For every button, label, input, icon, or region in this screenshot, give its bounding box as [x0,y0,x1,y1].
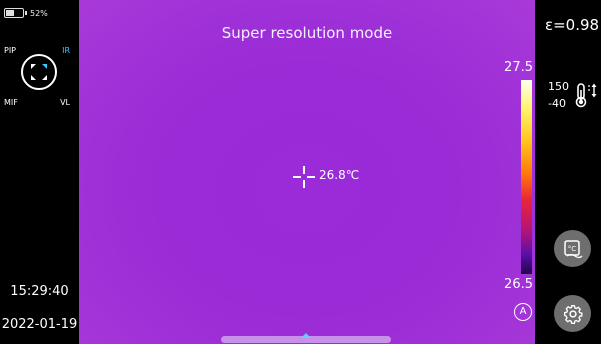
battery-indicator: 52% [4,8,48,18]
mode-title: Super resolution mode [221,24,393,42]
mode-dial[interactable]: PIP IR MIF VL [4,46,76,110]
color-palette-bar[interactable] [521,80,532,274]
right-panel: ε=0.98 150 -40 °C [535,0,601,344]
left-panel: 52% PIP IR MIF VL 15:29:40 2022-01-19 [0,0,79,344]
clock-date: 2022-01-19 [1,317,78,332]
battery-percent: 52% [30,8,48,18]
mode-vl-label[interactable]: VL [60,98,70,107]
range-low-value: -40 [548,97,566,110]
battery-fill [6,10,14,16]
auto-range-icon[interactable]: A [514,303,532,321]
dial-arrows-icon [31,64,47,80]
gear-icon [563,304,582,324]
clock-time: 15:29:40 [10,284,69,299]
battery-tip [25,11,27,15]
mode-ir-label[interactable]: IR [62,46,70,55]
mode-pip-label[interactable]: PIP [4,46,16,55]
center-crosshair-icon [293,166,315,188]
battery-icon [4,8,24,18]
center-temperature: 26.8℃ [319,168,360,182]
drawer-arrow-icon[interactable] [301,333,311,338]
thermometer-range-icon[interactable] [575,82,597,108]
range-high-value: 150 [548,80,569,93]
scale-max-value[interactable]: 27.5 [504,60,533,75]
svg-text:°C: °C [567,245,576,253]
emissivity-value[interactable]: ε=0.98 [545,16,599,34]
mode-mif-label[interactable]: MIF [4,98,18,107]
image-temperature-icon: °C [563,239,582,258]
settings-button[interactable] [554,295,591,332]
scale-min-value[interactable]: 26.5 [504,277,533,292]
thermal-view[interactable]: Super resolution mode 26.8℃ 27.5 26.5 A [79,0,535,344]
image-temperature-button[interactable]: °C [554,230,591,267]
mode-dial-ring[interactable] [21,54,57,90]
